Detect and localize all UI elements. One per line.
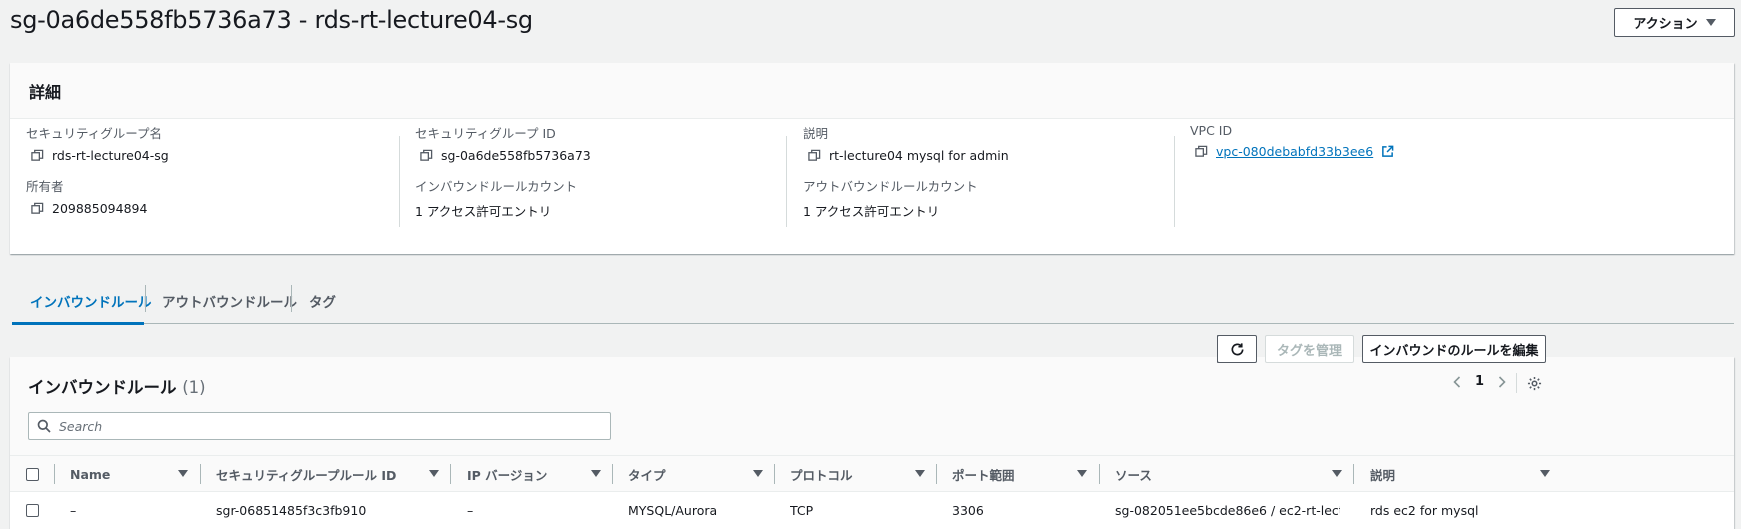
column-divider	[450, 464, 451, 484]
page-header: sg-0a6de558fb5736a73 - rds-rt-lecture04-…	[0, 0, 1741, 48]
inbound-count-label: インバウンドルールカウント	[415, 179, 578, 194]
edit-inbound-rules-button[interactable]: インバウンドのルールを編集	[1362, 335, 1546, 363]
gear-icon[interactable]	[1527, 376, 1542, 391]
description-value: rt-lecture04 mysql for admin	[803, 148, 1009, 163]
detail-inbound-count: インバウンドルールカウント 1 アクセス許可エントリ	[415, 176, 577, 220]
rules-title-text: インバウンドルール	[28, 378, 177, 397]
column-header-ip-version[interactable]: IP バージョン	[467, 456, 547, 493]
cell-type: MYSQL/Aurora	[628, 503, 718, 518]
owner-text: 209885094894	[52, 201, 148, 216]
column-divider	[399, 136, 400, 227]
rules-count: (1)	[182, 378, 206, 397]
column-divider	[1353, 464, 1354, 484]
sg-id-label: セキュリティグループ ID	[415, 126, 556, 141]
caret-down-icon	[1705, 19, 1716, 26]
column-divider	[54, 464, 55, 484]
column-header-source[interactable]: ソース	[1115, 456, 1152, 493]
column-header-name[interactable]: Name	[70, 456, 110, 493]
copy-icon[interactable]	[808, 149, 821, 162]
tab-bar: インバウンドルール アウトバウンドルール タグ	[12, 277, 1734, 325]
chevron-left-icon[interactable]	[1451, 375, 1463, 389]
column-divider	[612, 464, 613, 484]
column-header-port-range[interactable]: ポート範囲	[952, 456, 1015, 493]
description-label: 説明	[803, 126, 829, 141]
cell-name: –	[70, 503, 77, 518]
row-checkbox[interactable]	[26, 504, 39, 517]
owner-value: 209885094894	[26, 201, 147, 216]
column-divider	[200, 464, 201, 484]
actions-label: アクション	[1633, 17, 1698, 32]
cell-description: rds ec2 for mysql	[1370, 503, 1479, 518]
owner-label: 所有者	[26, 179, 64, 194]
column-header-protocol[interactable]: プロトコル	[790, 456, 853, 493]
search-input[interactable]	[59, 418, 599, 434]
description-text: rt-lecture04 mysql for admin	[829, 148, 1009, 163]
detail-description: 説明 rt-lecture04 mysql for admin	[803, 123, 1009, 163]
cell-source: sg-082051ee5bcde86e6 / ec2-rt-lecture…	[1115, 503, 1340, 518]
cell-ip-version: –	[467, 503, 474, 518]
sort-icon[interactable]	[1077, 470, 1087, 477]
tab-inbound-rules[interactable]: インバウンドルール	[12, 277, 152, 325]
page-number[interactable]: 1	[1475, 374, 1484, 389]
manage-tags-button[interactable]: タグを管理	[1265, 335, 1354, 363]
vpc-value: vpc-080debabfd33b3ee6	[1190, 144, 1394, 159]
vpc-label: VPC ID	[1190, 123, 1233, 138]
sg-id-value: sg-0a6de558fb5736a73	[415, 148, 591, 163]
cell-rule-id: sgr-06851485f3c3fb910	[216, 503, 367, 518]
column-divider	[936, 464, 937, 484]
sort-icon[interactable]	[753, 470, 763, 477]
sg-id-text: sg-0a6de558fb5736a73	[441, 148, 591, 163]
details-header: 詳細	[10, 63, 1734, 119]
column-header-rule-id[interactable]: セキュリティグループルール ID	[216, 456, 396, 493]
cell-port-range: 3306	[952, 503, 984, 518]
chevron-right-icon[interactable]	[1496, 375, 1508, 389]
details-heading: 詳細	[29, 83, 62, 102]
detail-vpc: VPC ID vpc-080debabfd33b3ee6	[1190, 123, 1394, 159]
column-divider	[1099, 464, 1100, 484]
rules-title: インバウンドルール (1)	[28, 374, 206, 398]
outbound-count-value: 1 アクセス許可エントリ	[803, 204, 940, 219]
sort-icon[interactable]	[178, 470, 188, 477]
sort-icon[interactable]	[1332, 470, 1342, 477]
pagination: 1	[1451, 374, 1508, 389]
vpc-link[interactable]: vpc-080debabfd33b3ee6	[1216, 144, 1373, 159]
column-header-type[interactable]: タイプ	[628, 456, 666, 493]
external-link-icon[interactable]	[1381, 145, 1394, 158]
refresh-button[interactable]	[1217, 335, 1257, 363]
copy-icon[interactable]	[1195, 145, 1208, 158]
detail-outbound-count: アウトバウンドルールカウント 1 アクセス許可エントリ	[803, 176, 978, 220]
sg-name-label: セキュリティグループ名	[26, 126, 163, 141]
copy-icon[interactable]	[420, 149, 433, 162]
column-divider	[774, 464, 775, 484]
cell-protocol: TCP	[790, 503, 814, 518]
table-row[interactable]: – sgr-06851485f3c3fb910 – MYSQL/Aurora T…	[10, 492, 1734, 529]
select-all-checkbox[interactable]	[26, 468, 39, 481]
tab-tags[interactable]: タグ	[291, 277, 354, 324]
detail-owner: 所有者 209885094894	[26, 176, 147, 216]
table-header: Name セキュリティグループルール ID IP バージョン タイプ プロトコル…	[10, 455, 1734, 492]
search-icon	[37, 419, 51, 433]
sg-name-value: rds-rt-lecture04-sg	[26, 148, 169, 163]
sort-icon[interactable]	[429, 470, 439, 477]
sort-icon[interactable]	[915, 470, 925, 477]
outbound-count-label: アウトバウンドルールカウント	[803, 179, 978, 194]
detail-sg-id: セキュリティグループ ID sg-0a6de558fb5736a73	[415, 123, 591, 163]
search-box[interactable]	[28, 412, 611, 440]
refresh-icon	[1231, 342, 1243, 355]
copy-icon[interactable]	[31, 149, 44, 162]
copy-icon[interactable]	[31, 202, 44, 215]
sort-icon[interactable]	[591, 470, 601, 477]
actions-button[interactable]: アクション	[1614, 8, 1735, 37]
detail-sg-name: セキュリティグループ名 rds-rt-lecture04-sg	[26, 123, 169, 163]
inbound-count-value: 1 アクセス許可エントリ	[415, 204, 552, 219]
page-title: sg-0a6de558fb5736a73 - rds-rt-lecture04-…	[10, 6, 533, 34]
tab-outbound-rules[interactable]: アウトバウンドルール	[144, 277, 315, 324]
pagination-divider	[1516, 373, 1517, 393]
column-divider	[786, 136, 787, 227]
sg-name-text: rds-rt-lecture04-sg	[52, 148, 169, 163]
column-divider	[1174, 136, 1175, 227]
sort-icon[interactable]	[1540, 470, 1550, 477]
column-header-description[interactable]: 説明	[1370, 456, 1395, 493]
